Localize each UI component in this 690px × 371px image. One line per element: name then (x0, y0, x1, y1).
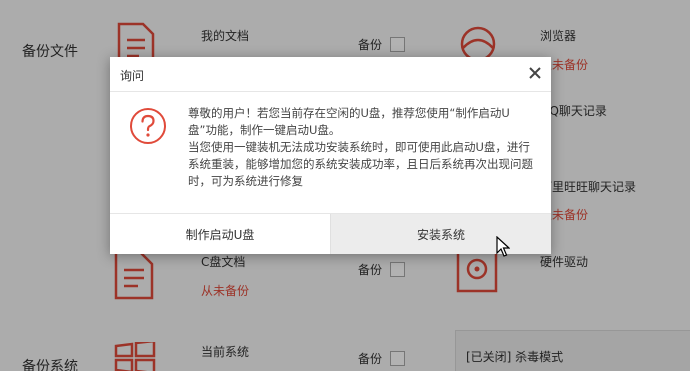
install-system-button[interactable]: 安装系统 (331, 214, 551, 254)
dialog-footer: 制作启动U盘 安装系统 (110, 213, 551, 254)
dialog-message-line-2: 当您使用一键装机无法成功安装系统时，即可使用此启动U盘，进行系统重装，能够增加您… (188, 140, 533, 188)
ask-dialog: 询问 尊敬的用户！若您当前存在空闲的U盘，推荐您使用“制作启动U盘”功能，制作一… (110, 57, 551, 254)
mouse-cursor-icon (496, 236, 510, 257)
dialog-message-line-1: 尊敬的用户！若您当前存在空闲的U盘，推荐您使用“制作启动U盘”功能，制作一键启动… (188, 106, 510, 137)
dialog-title: 询问 (120, 69, 145, 83)
question-icon (130, 108, 166, 144)
close-icon[interactable] (527, 65, 543, 81)
dialog-header: 询问 (110, 57, 551, 92)
dialog-body: 尊敬的用户！若您当前存在空闲的U盘，推荐您使用“制作启动U盘”功能，制作一键启动… (110, 92, 551, 212)
make-usb-button[interactable]: 制作启动U盘 (110, 214, 331, 254)
dialog-message: 尊敬的用户！若您当前存在空闲的U盘，推荐您使用“制作启动U盘”功能，制作一键启动… (188, 105, 538, 190)
